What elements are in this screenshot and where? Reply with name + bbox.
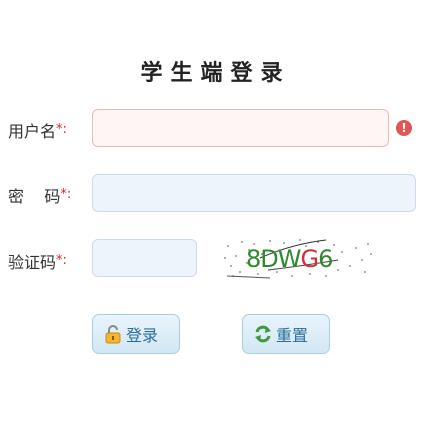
error-icon: ! [396,120,412,136]
reset-button-label: 重置 [276,326,309,345]
captcha-label: 验证码*: [8,253,67,272]
username-label: 用户名*: [8,122,67,141]
lock-icon [103,324,123,344]
login-button-label: 登录 [126,326,159,345]
password-label: 密 码*: [8,187,72,206]
password-input[interactable] [92,174,416,212]
login-button[interactable]: 登录 [92,314,180,354]
captcha-image[interactable]: 8DWG6 [222,236,374,280]
captcha-input[interactable] [92,239,197,277]
reset-button[interactable]: 重置 [242,314,330,354]
username-input[interactable] [92,109,389,147]
captcha-text: 8DWG6 [246,245,333,273]
refresh-icon [253,324,273,344]
page-title: 学生端登录 [140,61,291,86]
